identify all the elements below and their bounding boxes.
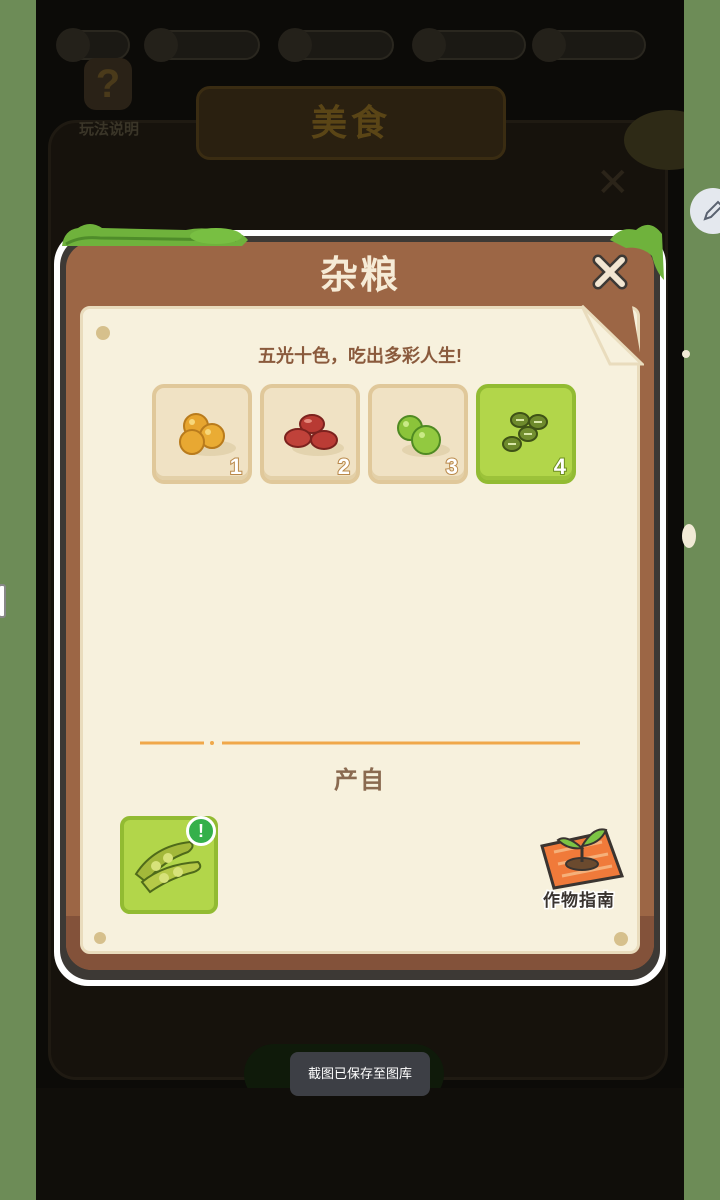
pin-decoration — [96, 326, 110, 340]
soybean-icon — [179, 413, 236, 456]
edge-decoration — [682, 350, 690, 358]
resource-pill-2 — [278, 28, 394, 62]
help-icon: ? — [84, 58, 132, 110]
grain-item-green-peas[interactable]: 3 — [368, 384, 468, 484]
crop-detail-dialog: 杂粮 五光十色，吃出多彩人生! 1 2 3 4 产自 ! 作物指南 — [54, 216, 666, 986]
right-margin — [684, 0, 720, 1200]
dialog-title: 杂粮 — [319, 255, 400, 297]
resource-pill-3 — [412, 28, 526, 62]
section-divider — [140, 741, 580, 745]
resource-level — [56, 28, 130, 62]
crop-guide-button[interactable]: 作物指南 — [524, 816, 634, 916]
grain-item-mung-beans[interactable]: 4 — [476, 384, 576, 484]
pin-decoration — [614, 932, 628, 946]
edge-decoration — [682, 524, 696, 548]
item-number: 2 — [337, 453, 351, 480]
alert-badge: ! — [186, 816, 216, 846]
floating-edit-button[interactable] — [690, 188, 720, 234]
crop-guide-icon — [540, 828, 625, 890]
help-button: ? 玩法说明 — [66, 58, 152, 142]
background-close-icon: ✕ — [596, 161, 630, 205]
toast-notification: 截图已保存至图库 — [290, 1052, 430, 1096]
grain-item-list: 1 2 3 4 — [152, 384, 576, 484]
mung-bean-icon — [502, 412, 548, 452]
close-icon — [592, 254, 628, 290]
item-number: 3 — [445, 453, 459, 480]
resource-pill-4 — [532, 28, 646, 62]
produced-from-label: 产自 — [334, 767, 386, 794]
background-bottom-bar — [36, 1088, 684, 1200]
crop-slogan: 五光十色，吃出多彩人生! — [258, 346, 462, 366]
crop-guide-label: 作物指南 — [542, 890, 616, 912]
item-number: 4 — [553, 453, 567, 480]
pin-decoration — [94, 932, 106, 944]
grain-item-red-beans[interactable]: 2 — [260, 384, 360, 484]
resource-pill-1 — [144, 28, 260, 62]
item-number: 1 — [229, 453, 243, 480]
pencil-icon — [703, 200, 720, 221]
help-label: 玩法说明 — [78, 121, 139, 138]
close-button[interactable] — [590, 252, 630, 292]
floating-side-tab[interactable] — [0, 584, 6, 618]
green-pea-icon — [397, 415, 450, 457]
grain-item-soybeans[interactable]: 1 — [152, 384, 252, 484]
section-banner: 美食 — [196, 86, 506, 160]
red-bean-icon — [284, 414, 344, 456]
